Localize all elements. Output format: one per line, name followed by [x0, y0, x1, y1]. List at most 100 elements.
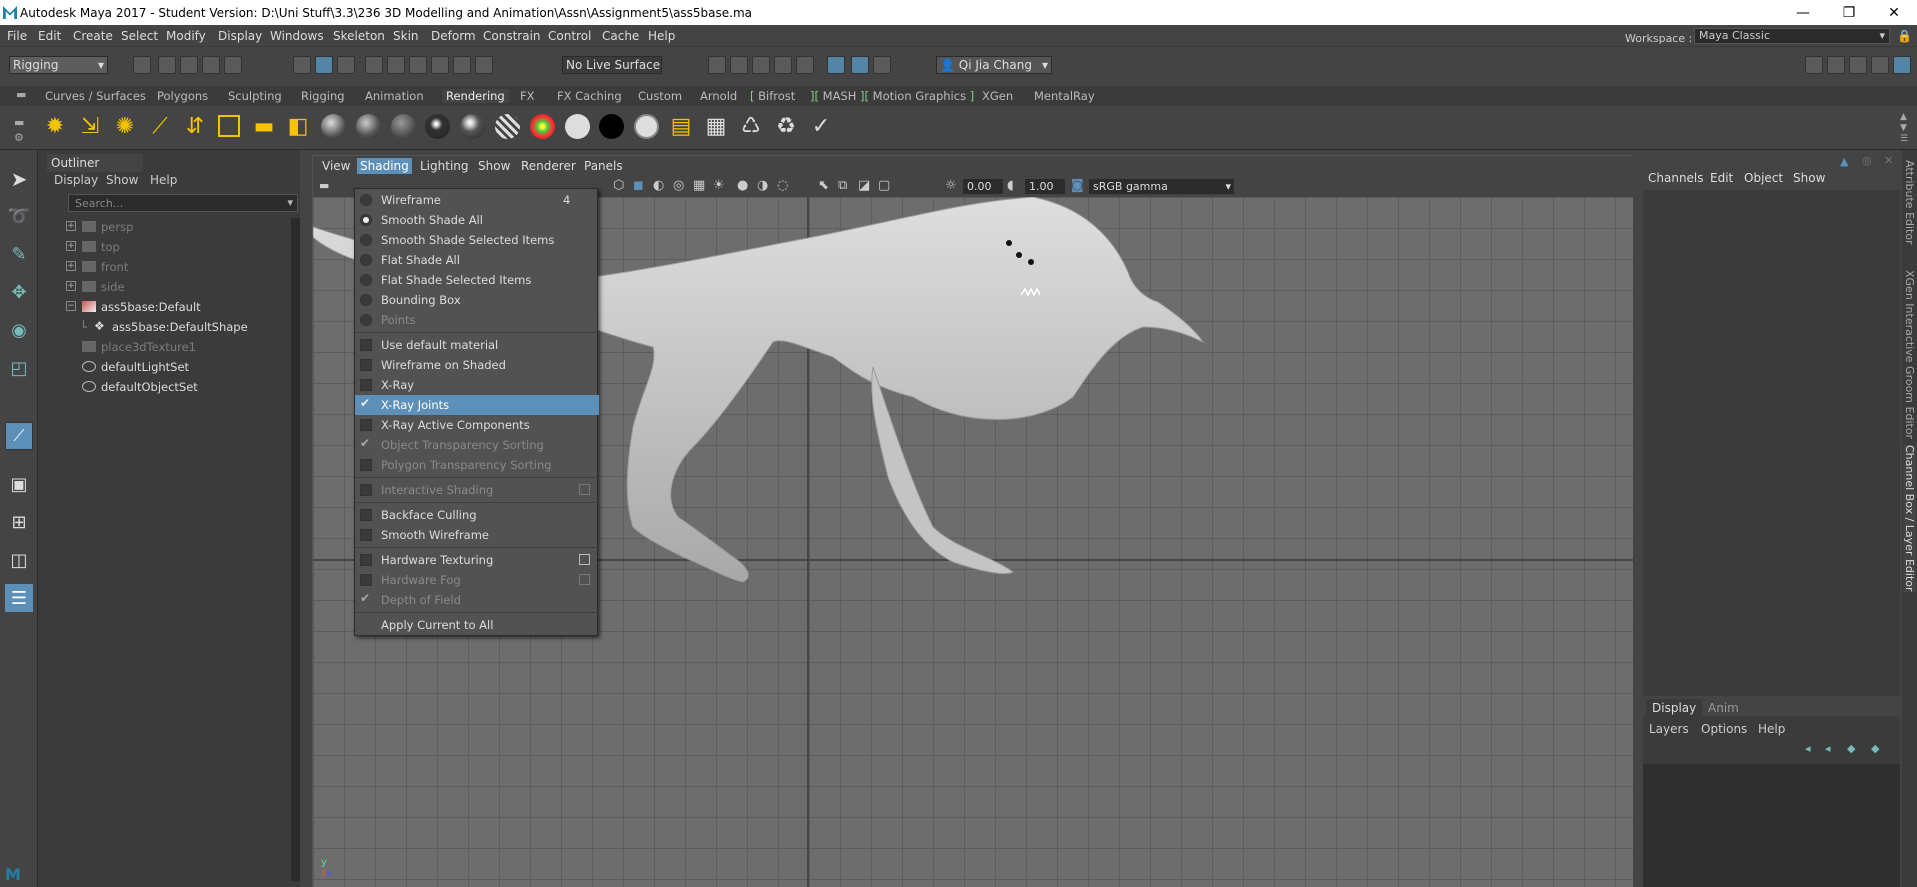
workspace-dropdown[interactable]: Maya Classic ▾: [1694, 28, 1890, 44]
two-view-layout-icon[interactable]: ◫: [5, 546, 33, 574]
snap-live-icon[interactable]: [475, 56, 493, 74]
use-background-icon[interactable]: [596, 111, 626, 141]
snap-view-icon[interactable]: [453, 56, 471, 74]
menu-item-use-default-material[interactable]: Use default material: [355, 335, 599, 355]
render-settings-icon[interactable]: [774, 56, 792, 74]
menu-skin[interactable]: Skin: [393, 29, 419, 43]
menu-select[interactable]: Select: [121, 29, 158, 43]
outliner-layout-icon[interactable]: ☰: [5, 584, 33, 612]
menu-item-bounding-box[interactable]: Bounding Box: [355, 290, 599, 310]
channel-box-menu-channels[interactable]: Channels: [1648, 171, 1704, 185]
shelf-tab-mentalray[interactable]: MentalRay: [1034, 89, 1095, 103]
snap-surface-icon[interactable]: [431, 56, 449, 74]
shelf-tab-fx[interactable]: FX: [520, 89, 535, 103]
camera-aim-icon[interactable]: ◧: [283, 111, 313, 141]
menu-item-backface-culling[interactable]: Backface Culling: [355, 505, 599, 525]
outliner-item[interactable]: + top: [38, 238, 278, 256]
shelf-tab-rigging[interactable]: Rigging: [301, 89, 345, 103]
shelf-tab-animation[interactable]: Animation: [365, 89, 424, 103]
channel-box-menu-show[interactable]: Show: [1793, 171, 1825, 185]
outliner-tab[interactable]: Outliner: [47, 154, 143, 172]
anisotropic-material-icon[interactable]: [492, 111, 522, 141]
area-light-icon[interactable]: ⇵: [180, 111, 210, 141]
xray-joints-toggle-icon[interactable]: ◑: [757, 178, 768, 193]
outliner-item[interactable]: + side: [38, 278, 278, 296]
shelf-tab-arnold[interactable]: Arnold: [700, 89, 737, 103]
show-tool-settings-icon[interactable]: [1849, 56, 1867, 74]
render-view-shelf-icon[interactable]: ▤: [666, 111, 696, 141]
outliner-item[interactable]: └ ❖ ass5base:DefaultShape: [38, 318, 278, 336]
menu-item-xray-joints[interactable]: ✔ X-Ray Joints: [355, 395, 599, 415]
phong-material-icon[interactable]: [422, 111, 452, 141]
minimize-button[interactable]: —: [1780, 0, 1826, 25]
paint-select-tool-icon[interactable]: ✎: [5, 240, 33, 268]
panel-float-icon[interactable]: ▲: [1840, 155, 1848, 168]
undo-icon[interactable]: [202, 56, 220, 74]
render-sequence-icon[interactable]: ▦: [701, 111, 731, 141]
view-transform-dropdown[interactable]: sRGB gamma ▾: [1089, 179, 1234, 194]
move-layer-up-icon[interactable]: ◂: [1805, 742, 1811, 755]
exposure-icon[interactable]: ☼: [945, 178, 957, 193]
gate-mask-icon[interactable]: ◪: [858, 178, 870, 193]
menu-display[interactable]: Display: [218, 29, 262, 43]
hypershade-shelf-icon[interactable]: ✓: [806, 111, 836, 141]
gamma-icon[interactable]: ◖: [1007, 178, 1014, 193]
toggle-modeling-toolkit-icon[interactable]: [827, 56, 845, 74]
exposure-field[interactable]: 0.00: [963, 179, 1003, 194]
scale-tool-icon[interactable]: ◰: [5, 354, 33, 382]
menuset-dropdown[interactable]: Rigging ▾: [9, 56, 108, 74]
layer-tab-display[interactable]: Display: [1646, 699, 1703, 717]
layered-shader-icon[interactable]: [527, 111, 557, 141]
blinn-material-icon[interactable]: [353, 111, 383, 141]
layer-tab-anim[interactable]: Anim: [1708, 701, 1739, 715]
xray-toggle-icon[interactable]: ●: [737, 178, 748, 193]
menu-modify[interactable]: Modify: [166, 29, 206, 43]
outliner-search-input[interactable]: Search... ▾: [68, 194, 298, 212]
side-tab-attribute-editor[interactable]: Attribute Editor: [1903, 160, 1916, 245]
camera-icon[interactable]: ▬: [249, 111, 279, 141]
outliner-item[interactable]: place3dTexture1: [38, 338, 278, 356]
default-lighting-icon[interactable]: ◐: [653, 178, 664, 193]
menu-control[interactable]: Control: [548, 29, 591, 43]
menu-item-hardware-texturing[interactable]: Hardware Texturing: [355, 550, 599, 570]
menu-skeleton[interactable]: Skeleton: [333, 29, 385, 43]
menu-item-apply-current-to-all[interactable]: Apply Current to All: [355, 615, 599, 635]
lock-icon[interactable]: 🔒: [1897, 29, 1912, 43]
render-view-icon[interactable]: [730, 56, 748, 74]
expand-icon[interactable]: +: [66, 241, 76, 251]
shelf-tab-custom[interactable]: Custom: [638, 89, 682, 103]
surface-shader-icon[interactable]: [562, 111, 592, 141]
rotate-tool-icon[interactable]: ◉: [5, 316, 33, 344]
outliner-item[interactable]: + front: [38, 258, 278, 276]
close-button[interactable]: ✕: [1871, 0, 1917, 25]
show-attribute-editor-icon[interactable]: [1827, 56, 1845, 74]
new-scene-icon[interactable]: [133, 56, 151, 74]
move-layer-down-icon[interactable]: ◂: [1825, 742, 1831, 755]
option-box-icon[interactable]: [579, 554, 590, 565]
user-account-button[interactable]: 👤 Qi Jia Chang ▾: [936, 56, 1052, 74]
menu-item-smooth-wireframe[interactable]: Smooth Wireframe: [355, 525, 599, 545]
close-icon[interactable]: ✕: [1884, 154, 1893, 167]
layer-menu-layers[interactable]: Layers: [1649, 722, 1689, 736]
side-tab-channel-box[interactable]: Channel Box / Layer Editor: [1903, 445, 1916, 592]
channel-box-menu-edit[interactable]: Edit: [1710, 171, 1733, 185]
new-layer-selected-icon[interactable]: ◆: [1871, 742, 1879, 755]
collapse-icon[interactable]: −: [66, 301, 76, 311]
expand-icon[interactable]: +: [66, 221, 76, 231]
lasso-tool-icon[interactable]: ➰: [5, 202, 33, 230]
outliner-item[interactable]: defaultObjectSet: [38, 378, 278, 396]
restore-button[interactable]: ❐: [1826, 0, 1872, 25]
show-layer-editor-icon[interactable]: [1893, 56, 1911, 74]
menu-item-flat-shade-selected[interactable]: Flat Shade Selected Items: [355, 270, 599, 290]
shelf-tab-rendering[interactable]: Rendering: [442, 89, 509, 103]
menu-create[interactable]: Create: [73, 29, 113, 43]
select-camera-icon[interactable]: ▬: [319, 179, 329, 192]
resolution-gate-icon[interactable]: ⧉: [838, 178, 847, 193]
layer-menu-options[interactable]: Options: [1701, 722, 1747, 736]
menu-deform[interactable]: Deform: [431, 29, 476, 43]
layer-list[interactable]: [1643, 764, 1900, 887]
menu-item-smooth-shade-selected[interactable]: Smooth Shade Selected Items: [355, 230, 599, 250]
move-tool-icon[interactable]: ✥: [5, 278, 33, 306]
menu-item-xray-active-components[interactable]: X-Ray Active Components: [355, 415, 599, 435]
select-tool-icon[interactable]: ➤: [5, 165, 33, 193]
